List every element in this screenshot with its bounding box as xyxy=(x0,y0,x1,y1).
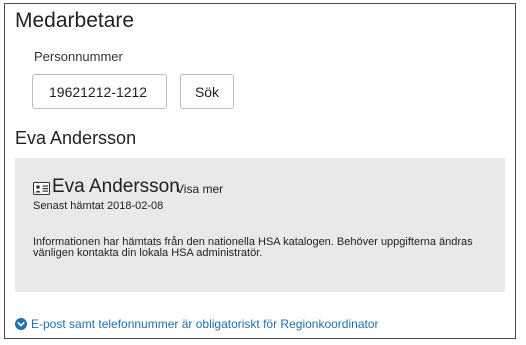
person-info-panel: Eva Andersson Visa mer Senast hämtat 201… xyxy=(15,158,505,292)
last-fetched-text: Senast hämtat 2018-02-08 xyxy=(33,200,164,212)
personnummer-input[interactable] xyxy=(32,74,167,109)
show-more-link[interactable]: Visa mer xyxy=(176,182,223,196)
personnummer-label: Personnummer xyxy=(34,49,123,64)
notice-text: E-post samt telefonnummer är obligatoris… xyxy=(31,317,379,331)
search-button[interactable]: Sök xyxy=(180,74,234,109)
required-contact-notice[interactable]: E-post samt telefonnummer är obligatoris… xyxy=(15,317,379,331)
id-card-icon xyxy=(33,182,50,195)
section-title: Medarbetare xyxy=(15,9,135,32)
chevron-down-circle-icon xyxy=(15,318,27,330)
person-name: Eva Andersson xyxy=(52,176,180,197)
hsa-info-text: Informationen har hämtats från den natio… xyxy=(33,236,473,259)
person-heading: Eva Andersson xyxy=(15,128,137,148)
employee-panel: Medarbetare Personnummer Sök Eva Anderss… xyxy=(4,3,516,339)
